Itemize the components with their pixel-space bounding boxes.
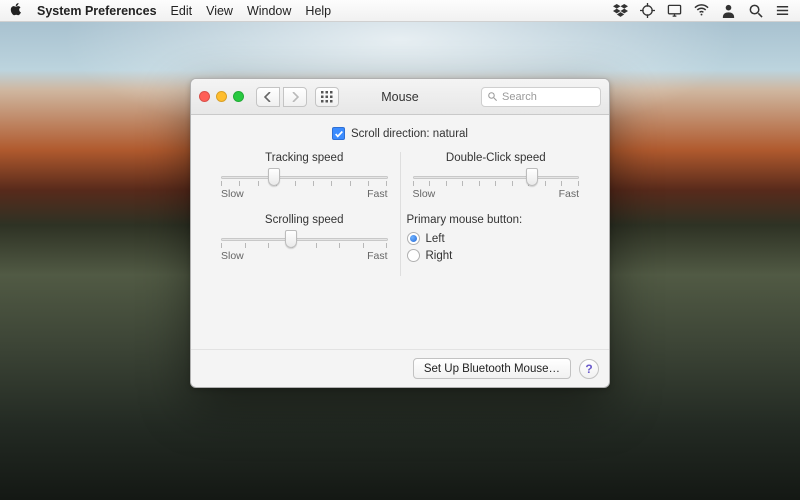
back-button[interactable] <box>256 87 280 107</box>
window-controls <box>199 91 244 102</box>
tracking-speed-slider[interactable] <box>221 170 388 184</box>
search-icon <box>487 91 498 102</box>
tracking-fast-label: Fast <box>367 188 387 200</box>
apple-icon <box>10 3 23 16</box>
setup-bluetooth-mouse-button[interactable]: Set Up Bluetooth Mouse… <box>413 358 571 379</box>
help-button[interactable]: ? <box>579 359 599 379</box>
menu-help[interactable]: Help <box>305 4 331 18</box>
primary-right-radio[interactable] <box>407 249 420 262</box>
doubleclick-fast-label: Fast <box>559 188 579 200</box>
scrolling-speed-label: Scrolling speed <box>215 214 394 226</box>
spotlight-search-icon[interactable] <box>748 3 763 18</box>
doubleclick-slow-label: Slow <box>413 188 436 200</box>
wifi-icon[interactable] <box>694 3 709 18</box>
zoom-button[interactable] <box>233 91 244 102</box>
doubleclick-speed-slider[interactable] <box>413 170 580 184</box>
primary-right-label: Right <box>426 250 453 262</box>
menubar-app-name[interactable]: System Preferences <box>37 4 157 18</box>
scrolling-speed-slider[interactable] <box>221 232 388 246</box>
menu-edit[interactable]: Edit <box>171 4 193 18</box>
apple-menu[interactable] <box>10 3 23 19</box>
doubleclick-speed-label: Double-Click speed <box>407 152 586 164</box>
preferences-window: Mouse Search Scroll direction: natural T… <box>190 78 610 388</box>
primary-left-label: Left <box>426 233 445 245</box>
menu-window[interactable]: Window <box>247 4 291 18</box>
search-placeholder: Search <box>502 91 537 103</box>
scroll-direction-checkbox[interactable] <box>332 127 345 140</box>
primary-button-label: Primary mouse button: <box>407 214 586 226</box>
display-icon[interactable] <box>667 3 682 18</box>
chevron-left-icon <box>264 92 272 102</box>
target-icon[interactable] <box>640 3 655 18</box>
menu-view[interactable]: View <box>206 4 233 18</box>
search-field[interactable]: Search <box>481 87 601 107</box>
check-icon <box>334 129 344 139</box>
scrolling-slow-label: Slow <box>221 250 244 262</box>
close-button[interactable] <box>199 91 210 102</box>
scrolling-fast-label: Fast <box>367 250 387 262</box>
dropbox-icon[interactable] <box>613 3 628 18</box>
tracking-speed-label: Tracking speed <box>215 152 394 164</box>
minimize-button[interactable] <box>216 91 227 102</box>
menubar: System Preferences Edit View Window Help <box>0 0 800 22</box>
scroll-direction-label: Scroll direction: natural <box>351 128 468 140</box>
notification-center-icon[interactable] <box>775 3 790 18</box>
user-icon[interactable] <box>721 3 736 18</box>
window-content: Scroll direction: natural Tracking speed… <box>191 115 609 387</box>
show-all-button[interactable] <box>315 87 339 107</box>
forward-button[interactable] <box>283 87 307 107</box>
primary-left-radio[interactable] <box>407 232 420 245</box>
tracking-slow-label: Slow <box>221 188 244 200</box>
window-titlebar[interactable]: Mouse Search <box>191 79 609 115</box>
chevron-right-icon <box>291 92 299 102</box>
grid-icon <box>321 91 333 103</box>
